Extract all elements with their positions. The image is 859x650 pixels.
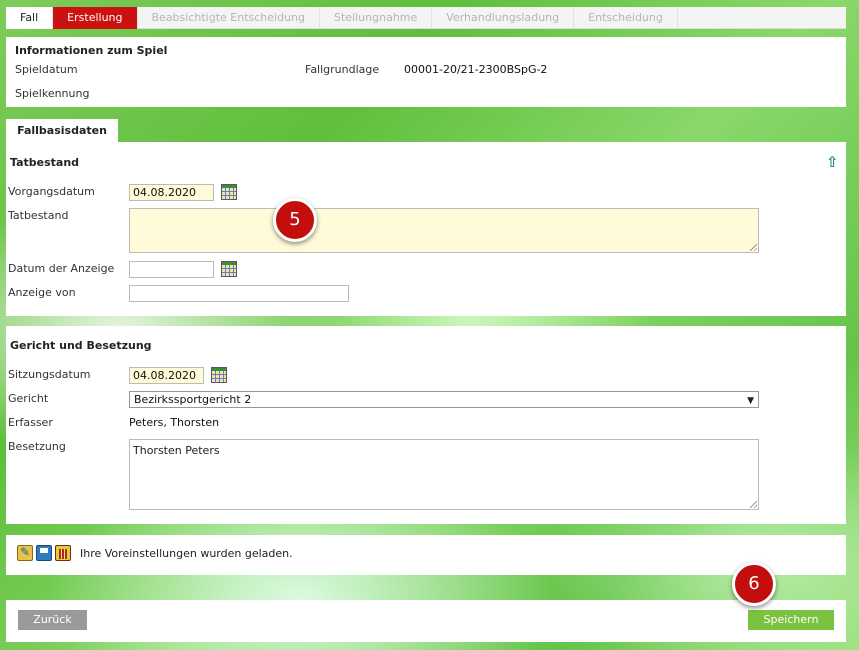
tab-erstellung[interactable]: Erstellung xyxy=(53,7,138,29)
tab-entscheidung: Entscheidung xyxy=(574,7,678,29)
spielkennung-label: Spielkennung xyxy=(15,87,90,100)
tatbestand-section-title: Tatbestand xyxy=(10,156,80,169)
tatbestand-textarea[interactable] xyxy=(129,208,759,253)
save-preset-icon[interactable] xyxy=(36,545,52,561)
erfasser-value: Peters, Thorsten xyxy=(129,416,220,429)
back-button[interactable]: Zurück xyxy=(18,610,87,630)
fallgrundlage-label: Fallgrundlage xyxy=(305,63,380,76)
anzeige-von-label: Anzeige von xyxy=(8,286,76,299)
step-badge-5: 5 xyxy=(273,198,317,242)
status-message: Ihre Voreinstellungen wurden geladen. xyxy=(80,547,293,560)
datum-anzeige-label: Datum der Anzeige xyxy=(8,262,115,275)
sitzungsdatum-input[interactable]: 04.08.2020 xyxy=(129,367,204,384)
calendar-icon[interactable] xyxy=(221,184,237,200)
sitzungsdatum-label: Sitzungsdatum xyxy=(8,368,91,381)
game-info-panel: Informationen zum Spiel Spieldatum Fallg… xyxy=(6,37,846,107)
delete-preset-icon[interactable] xyxy=(55,545,71,561)
tab-fall[interactable]: Fall xyxy=(6,7,54,29)
gericht-label: Gericht xyxy=(8,392,49,405)
status-panel: Ihre Voreinstellungen wurden geladen. xyxy=(6,535,846,575)
step-badge-6: 6 xyxy=(732,562,776,606)
process-tabs: Fall Erstellung Beabsichtigte Entscheidu… xyxy=(6,7,846,29)
tab-stellungnahme: Stellungnahme xyxy=(320,7,433,29)
erfasser-label: Erfasser xyxy=(8,416,53,429)
tatbestand-label: Tatbestand xyxy=(8,209,69,222)
calendar-icon[interactable] xyxy=(221,261,237,277)
game-info-title: Informationen zum Spiel xyxy=(15,44,168,57)
tab-verhandlungsladung: Verhandlungsladung xyxy=(432,7,575,29)
save-button[interactable]: Speichern xyxy=(748,610,834,630)
tab-fallbasisdaten[interactable]: Fallbasisdaten xyxy=(6,119,118,143)
arrow-up-icon[interactable]: ⇧ xyxy=(826,154,842,170)
footer-panel: Zurück Speichern xyxy=(6,600,846,642)
tatbestand-panel: Tatbestand ⇧ Vorgangsdatum 04.08.2020 Ta… xyxy=(6,142,846,316)
resize-handle[interactable] xyxy=(750,244,757,251)
gericht-selected-value: Bezirkssportgericht 2 xyxy=(134,393,252,406)
chevron-down-icon: ▼ xyxy=(747,396,754,406)
anzeige-von-input[interactable] xyxy=(129,285,349,302)
fallgrundlage-value: 00001-20/21-2300BSpG-2 xyxy=(404,63,548,76)
calendar-icon[interactable] xyxy=(211,367,227,383)
edit-preset-icon[interactable] xyxy=(17,545,33,561)
datum-anzeige-input[interactable] xyxy=(129,261,214,278)
resize-handle[interactable] xyxy=(750,501,757,508)
besetzung-label: Besetzung xyxy=(8,440,66,453)
vorgangsdatum-input[interactable]: 04.08.2020 xyxy=(129,184,214,201)
vorgangsdatum-label: Vorgangsdatum xyxy=(8,185,95,198)
gericht-section-title: Gericht und Besetzung xyxy=(10,339,152,352)
spieldatum-label: Spieldatum xyxy=(15,63,78,76)
gericht-panel: Gericht und Besetzung Sitzungsdatum 04.0… xyxy=(6,326,846,524)
besetzung-textarea[interactable]: Thorsten Peters xyxy=(129,439,759,510)
gericht-select[interactable]: Bezirkssportgericht 2 ▼ xyxy=(129,391,759,408)
tab-beabsichtigte-entscheidung: Beabsichtigte Entscheidung xyxy=(138,7,320,29)
